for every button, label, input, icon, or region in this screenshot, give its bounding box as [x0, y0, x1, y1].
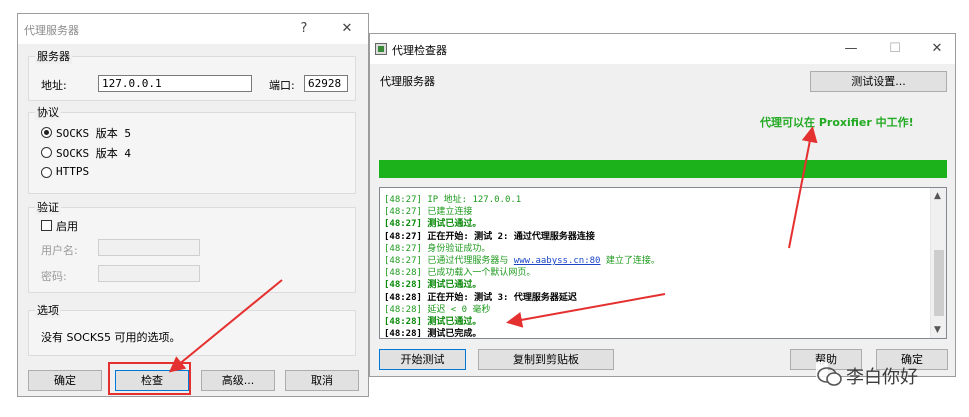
log-line: [48:28] 正在开始: 测试 3: 代理服务器延迟 — [384, 290, 577, 303]
scroll-down-icon[interactable]: ▼ — [934, 325, 941, 335]
cancel-button[interactable]: 取消 — [285, 370, 359, 391]
log-line: [48:27] 已通过代理服务器与 www.aabyss.cn:80 建立了连接… — [384, 253, 660, 266]
checker-close-icon[interactable]: ✕ — [926, 39, 948, 59]
radio-socks5-label: SOCKS 版本 5 — [56, 127, 131, 140]
copy-clipboard-button[interactable]: 复制到剪贴板 — [478, 349, 614, 370]
close-icon[interactable]: ✕ — [336, 19, 358, 39]
proxy-server-section-label: 代理服务器 — [380, 75, 435, 88]
dialog-titlebar: 代理服务器 ? ✕ — [18, 14, 368, 44]
scroll-up-icon[interactable]: ▲ — [934, 191, 941, 201]
address-label: 地址: — [41, 79, 67, 92]
password-label: 密码: — [41, 270, 67, 283]
log-scrollbar[interactable]: ▲ ▼ — [930, 188, 946, 338]
checker-titlebar: 代理检查器 — ☐ ✕ — [370, 34, 955, 64]
log-line: [48:28] 测试已通过。 — [384, 314, 481, 327]
protocol-group-label: 协议 — [35, 104, 61, 120]
start-test-button[interactable]: 开始测试 — [379, 349, 466, 370]
log-line: [48:28] 已成功载入一个默认网页。 — [384, 265, 535, 278]
auth-group-label: 验证 — [35, 199, 61, 215]
proxy-checker-window: 代理检查器 — ☐ ✕ 代理服务器 测试设置... 代理可以在 Proxifie… — [369, 33, 956, 377]
ok-button[interactable]: 确定 — [28, 370, 102, 391]
advanced-button[interactable]: 高级... — [201, 370, 275, 391]
radio-https-label: HTTPS — [56, 165, 90, 178]
log-line: [48:27] 测试已通过。 — [384, 216, 481, 229]
log-text: 建立了连接。 — [600, 256, 660, 266]
log-line: [48:27] 正在开始: 测试 2: 通过代理服务器连接 — [384, 229, 595, 242]
enable-auth-checkbox[interactable] — [41, 220, 52, 231]
radio-https[interactable] — [41, 167, 52, 178]
watermark-text: 李白你好 — [846, 367, 918, 388]
test-log[interactable]: [48:27] IP 地址: 127.0.0.1 [48:27] 已建立连接 [48… — [379, 187, 947, 339]
enable-auth-label: 启用 — [56, 220, 78, 233]
check-button-highlight — [108, 362, 191, 395]
log-line: [48:28] 测试已完成。 — [384, 326, 482, 339]
help-icon[interactable]: ? — [293, 19, 315, 39]
test-settings-button[interactable]: 测试设置... — [810, 71, 947, 92]
wechat-icon — [817, 367, 842, 386]
radio-socks5[interactable] — [41, 127, 52, 138]
proxy-server-dialog: 代理服务器 ? ✕ 服务器 地址: 127.0.0.1 端口: 62928 协议… — [17, 13, 369, 397]
radio-socks4[interactable] — [41, 147, 52, 158]
options-group: 选项 没有 SOCKS5 可用的选项。 — [28, 302, 356, 356]
maximize-icon[interactable]: ☐ — [884, 39, 906, 59]
log-line: [48:27] 身份验证成功。 — [384, 241, 490, 254]
dialog-title: 代理服务器 — [24, 24, 79, 37]
radio-socks4-label: SOCKS 版本 4 — [56, 147, 131, 160]
status-message: 代理可以在 Proxifier 中工作! — [760, 116, 914, 129]
address-input[interactable]: 127.0.0.1 — [98, 75, 252, 92]
port-input[interactable]: 62928 — [304, 75, 348, 92]
username-input[interactable] — [98, 239, 200, 256]
log-line: [48:27] 已建立连接 — [384, 204, 472, 217]
checker-title: 代理检查器 — [392, 44, 447, 57]
options-group-label: 选项 — [35, 302, 61, 318]
log-text: [48:28] 测试已完成。 — [384, 329, 482, 339]
progress-bar — [379, 160, 947, 178]
server-group: 服务器 地址: 127.0.0.1 端口: 62928 — [28, 48, 356, 101]
protocol-group: 协议 SOCKS 版本 5 SOCKS 版本 4 HTTPS — [28, 104, 356, 194]
port-label: 端口: — [269, 79, 295, 92]
minimize-icon[interactable]: — — [840, 39, 862, 59]
username-label: 用户名: — [41, 244, 78, 257]
scroll-thumb[interactable] — [934, 250, 944, 316]
options-text: 没有 SOCKS5 可用的选项。 — [41, 331, 181, 344]
log-line: [48:27] IP 地址: 127.0.0.1 — [384, 192, 521, 205]
log-line: [48:28] 延迟 < 0 毫秒 — [384, 302, 490, 315]
password-input[interactable] — [98, 265, 200, 282]
log-line: [48:28] 测试已通过。 — [384, 277, 481, 290]
server-group-label: 服务器 — [35, 48, 72, 64]
checker-app-icon — [375, 43, 387, 55]
watermark: 李白你好 — [816, 362, 918, 390]
progress-fill — [379, 160, 947, 178]
auth-group: 验证 启用 用户名: 密码: — [28, 199, 356, 293]
